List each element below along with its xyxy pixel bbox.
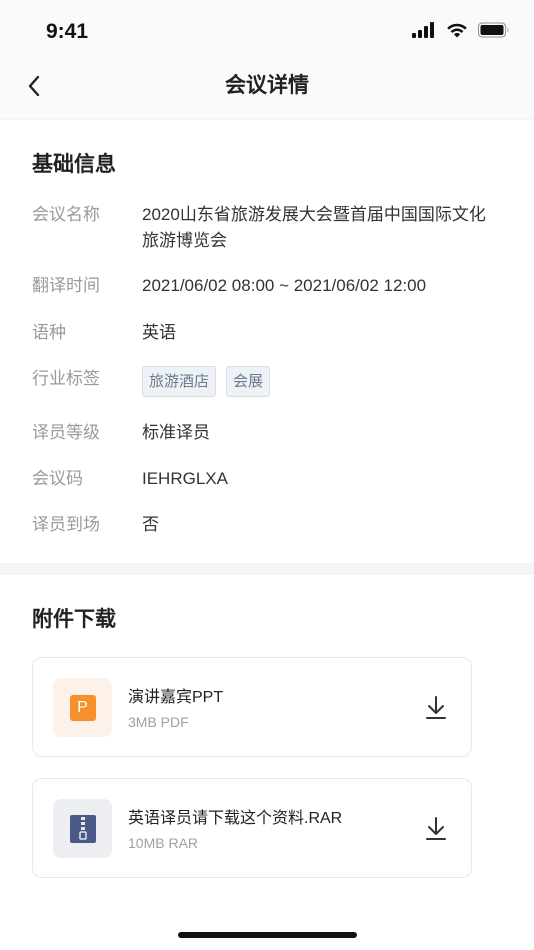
info-row-interpreter-level: 译员等级 标准译员 <box>32 420 494 446</box>
onsite-value: 否 <box>142 515 159 534</box>
page-title: 会议详情 <box>225 74 309 97</box>
basic-info-section: 基础信息 会议名称 2020山东省旅游发展大会暨首届中国国际文化旅游博览会 翻译… <box>0 120 534 563</box>
attachments-title: 附件下载 <box>32 608 116 631</box>
language-value: 英语 <box>142 323 176 342</box>
status-icons <box>412 22 510 38</box>
signal-icon <box>412 22 434 38</box>
zip-archive-icon <box>69 814 96 843</box>
interpreter-level-label: 译员等级 <box>32 423 100 442</box>
meeting-code-value: IEHRGLXA <box>142 469 228 488</box>
status-bar: 9:41 <box>0 0 534 58</box>
basic-info-title: 基础信息 <box>32 153 116 176</box>
meeting-code-label: 会议码 <box>32 469 83 488</box>
zip-file-icon <box>53 799 112 858</box>
info-row-translation-time: 翻译时间 2021/06/02 08:00 ~ 2021/06/02 12:00 <box>32 273 494 299</box>
interpreter-level-value: 标准译员 <box>142 423 210 442</box>
ppt-file-icon: P <box>53 678 112 737</box>
industry-tag: 会展 <box>226 366 271 397</box>
language-label: 语种 <box>32 323 66 342</box>
onsite-label: 译员到场 <box>32 515 100 534</box>
industry-label: 行业标签 <box>32 369 100 388</box>
attachment-card[interactable]: P 演讲嘉宾PPT 3MB PDF <box>32 657 472 757</box>
attachment-card[interactable]: 英语译员请下载这个资料.RAR 10MB RAR <box>32 778 472 878</box>
translation-time-value: 2021/06/02 08:00 ~ 2021/06/02 12:00 <box>142 276 427 295</box>
attachment-meta: 10MB RAR <box>128 835 199 851</box>
attachment-name: 英语译员请下载这个资料.RAR <box>128 810 343 827</box>
info-row-industry: 行业标签 旅游酒店 会展 <box>32 366 494 397</box>
industry-tag: 旅游酒店 <box>142 366 217 397</box>
info-row-meeting-name: 会议名称 2020山东省旅游发展大会暨首届中国国际文化旅游博览会 <box>32 202 494 254</box>
status-time: 9:41 <box>46 20 89 43</box>
download-button[interactable] <box>421 813 451 845</box>
meeting-name-value: 2020山东省旅游发展大会暨首届中国国际文化旅游博览会 <box>142 205 486 250</box>
bottom-safe-area <box>0 905 534 950</box>
meeting-detail-screen: 9:41 会议详情 基础信息 会议名称 2020山东省旅游发展大会暨首届中国国际… <box>0 0 534 950</box>
wifi-icon <box>447 23 467 38</box>
nav-bar: 会议详情 <box>0 58 534 118</box>
info-row-meeting-code: 会议码 IEHRGLXA <box>32 466 494 492</box>
download-button[interactable] <box>421 692 451 724</box>
industry-tag-list: 旅游酒店 会展 <box>142 366 271 397</box>
download-icon <box>426 696 446 719</box>
info-row-language: 语种 英语 <box>32 320 494 346</box>
download-icon <box>426 817 446 840</box>
attachments-section: 附件下载 P 演讲嘉宾PPT 3MB PDF 英语译员请下载这个资料.RAR 1… <box>0 575 534 905</box>
info-row-onsite: 译员到场 否 <box>32 512 494 538</box>
battery-icon <box>478 22 509 38</box>
home-indicator <box>178 932 357 938</box>
translation-time-label: 翻译时间 <box>32 276 100 295</box>
attachment-name: 演讲嘉宾PPT <box>128 689 224 706</box>
attachment-meta: 3MB PDF <box>128 714 189 730</box>
meeting-name-label: 会议名称 <box>32 205 100 224</box>
